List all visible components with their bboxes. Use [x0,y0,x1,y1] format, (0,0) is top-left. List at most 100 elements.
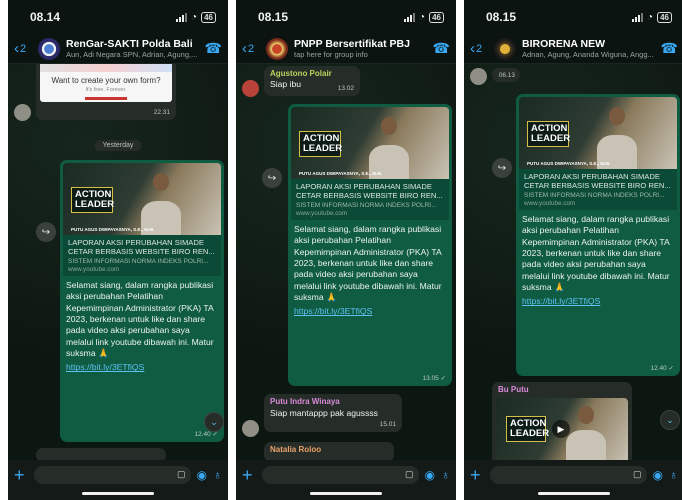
unread-count: 2 [248,42,255,55]
back-button[interactable]: ‹ 2 [470,40,494,57]
message-time: 06.13 [498,72,515,79]
unread-count: 2 [476,42,483,55]
thumbnail-title: ACTION LEADER [71,187,114,213]
sticker-icon[interactable]: ▢ [405,469,414,480]
mic-icon[interactable]: ♁ [669,466,678,484]
thumbnail-person-head [578,406,594,424]
status-bar: 08.15 ◔ 46 [464,0,682,34]
link-preview[interactable]: LAPORAN AKSI PERUBAHAN SIMADE CETAR BERB… [291,179,449,220]
next-message-bubble[interactable]: Natalia Roloo [264,442,394,460]
link-preview[interactable]: LAPORAN AKSI PERUBAHAN SIMADE CETAR BERB… [519,169,677,210]
wifi-icon: ◔ [191,11,198,23]
sender-avatar [242,80,259,97]
home-indicator [538,492,610,495]
message-input[interactable]: ▢ [262,466,419,484]
back-chevron-icon: ‹ [242,40,247,57]
chat-area[interactable]: Agustono Polair Siap ibu 13.02 ↪ ACTION … [236,64,456,460]
status-time: 08.15 [486,10,517,24]
signal-icon [632,12,644,22]
forward-icon[interactable]: ↪ [492,158,512,178]
next-message-bubble[interactable] [36,448,166,460]
message-time: 13.02 [337,85,354,92]
back-button[interactable]: ‹ 2 [14,40,38,57]
scroll-down-icon[interactable]: ⌄ [660,410,680,430]
message-text: Selamat siang, dalam rangka publikasi ak… [294,223,442,303]
date-separator: Yesterday [94,140,142,151]
sender-name: Bu Putu [498,385,529,394]
sender-avatar [242,420,259,437]
message-time: 22.31 [153,109,170,116]
message-time: 12.40 ✓ [650,365,674,372]
chat-header: ‹ 2 PNPP Bersertifikat PBJ tap here for g… [236,34,456,64]
battery-level: 46 [429,11,444,23]
plus-icon[interactable]: + [14,466,28,484]
battery-level: 46 [657,11,672,23]
group-avatar[interactable] [38,37,60,60]
group-members: Adnan, Agung, Ananda Wiguna, Angg... [522,50,654,59]
sticker-icon[interactable]: ▢ [177,469,186,480]
camera-icon[interactable]: ◉ [653,466,663,484]
thumbnail-person-head [153,173,169,191]
message-input[interactable]: ▢ [490,466,647,484]
thumbnail-person-head [609,107,625,125]
play-icon[interactable]: ▶ [552,420,570,438]
add-call-icon[interactable]: ☎ [204,40,222,57]
group-avatar[interactable] [266,37,288,60]
message-input[interactable]: ▢ [34,466,191,484]
video-thumbnail[interactable]: ACTION LEADER PUTU AGUS DWIPAYASNYA, S.E… [63,163,221,235]
thumbnail-caption: PUTU AGUS DWIPAYASNYA, S.E., M.M. [299,171,383,176]
youtube-link[interactable]: https://bit.ly/3ETfiQS [288,303,452,320]
chat-area[interactable]: 06.13 ↪ ACTION LEADER PUTU AGUS DWIPAYAS… [464,64,682,460]
plus-icon[interactable]: + [470,466,484,484]
sender-name: Agustono Polair [270,69,332,78]
video-post-bubble[interactable]: ACTION LEADER PUTU AGUS DWIPAYASNYA, S.E… [60,160,224,442]
form-card-sub: It's free. Forever. [85,87,127,93]
prior-message-bubble[interactable]: 06.13 [492,68,520,82]
group-subtitle: tap here for group info [294,50,368,59]
video-thumbnail[interactable]: ACTION LEADER PUTU AGUS DWIPAYASNYA, S.E… [291,107,449,179]
back-chevron-icon: ‹ [470,40,475,57]
video-post-bubble[interactable]: ACTION LEADER PUTU AGUS DWIPAYASNYA, S.E… [288,104,452,386]
forwarded-video-bubble[interactable]: Bu Putu ACTION LEADER ▶ [492,382,632,460]
chat-area[interactable]: Want to create your own form? It's free.… [8,64,228,460]
mic-icon[interactable]: ♁ [441,466,450,484]
reply-message-bubble[interactable]: Putu Indra Winaya Siap mantappp pak agus… [264,394,402,432]
plus-icon[interactable]: + [242,466,256,484]
group-info[interactable]: RenGar-SAKTI Polda Bali Aun, Adi Negara … [66,38,204,59]
back-chevron-icon: ‹ [14,40,19,57]
status-time: 08.14 [30,10,61,24]
thumbnail-title: ACTION LEADER [299,131,342,157]
video-thumbnail[interactable]: ACTION LEADER ▶ [496,398,628,460]
signal-icon [176,12,188,22]
video-post-bubble[interactable]: ACTION LEADER PUTU AGUS DWIPAYASNYA, S.E… [516,94,680,376]
camera-icon[interactable]: ◉ [197,466,207,484]
signal-icon [404,12,416,22]
add-call-icon[interactable]: ☎ [660,40,678,57]
youtube-link[interactable]: https://bit.ly/3ETfiQS [60,359,224,376]
form-card-title: Want to create your own form? [51,76,161,85]
camera-icon[interactable]: ◉ [425,466,435,484]
phone-2: 08.15 ◔ 46 ‹ 2 PNPP Bersertifikat PBJ tap… [236,0,456,500]
link-description: SISTEM INFORMASI NORMA INDEKS POLRI... [68,257,209,265]
group-avatar[interactable] [494,37,516,60]
youtube-link[interactable]: https://bit.ly/3ETfiQS [516,293,680,310]
message-text: Siap mantappp pak agussss [270,408,378,418]
group-info[interactable]: BIRORENA NEW Adnan, Agung, Ananda Wiguna… [522,38,660,59]
message-text: Selamat siang, dalam rangka publikasi ak… [522,213,670,293]
chat-header: ‹ 2 RenGar-SAKTI Polda Bali Aun, Adi Nega… [8,34,228,64]
mic-icon[interactable]: ♁ [213,466,222,484]
incoming-message-bubble[interactable]: Agustono Polair Siap ibu 13.02 [264,66,360,96]
forward-icon[interactable]: ↪ [36,222,56,242]
forward-icon[interactable]: ↪ [262,168,282,188]
link-domain: www.youtube.com [296,209,348,217]
link-title: LAPORAN AKSI PERUBAHAN SIMADE CETAR BERB… [296,182,443,201]
add-call-icon[interactable]: ☎ [432,40,450,57]
scroll-down-icon[interactable]: ⌄ [204,412,224,432]
group-info[interactable]: PNPP Bersertifikat PBJ tap here for grou… [294,38,432,59]
sticker-icon[interactable]: ▢ [633,469,642,480]
video-thumbnail[interactable]: ACTION LEADER PUTU AGUS DWIPAYASNYA, S.E… [519,97,677,169]
status-bar: 08.14 ◔ 46 [8,0,228,34]
form-message-bubble[interactable]: Want to create your own form? It's free.… [36,64,176,120]
link-preview[interactable]: LAPORAN AKSI PERUBAHAN SIMADE CETAR BERB… [63,235,221,276]
back-button[interactable]: ‹ 2 [242,40,266,57]
